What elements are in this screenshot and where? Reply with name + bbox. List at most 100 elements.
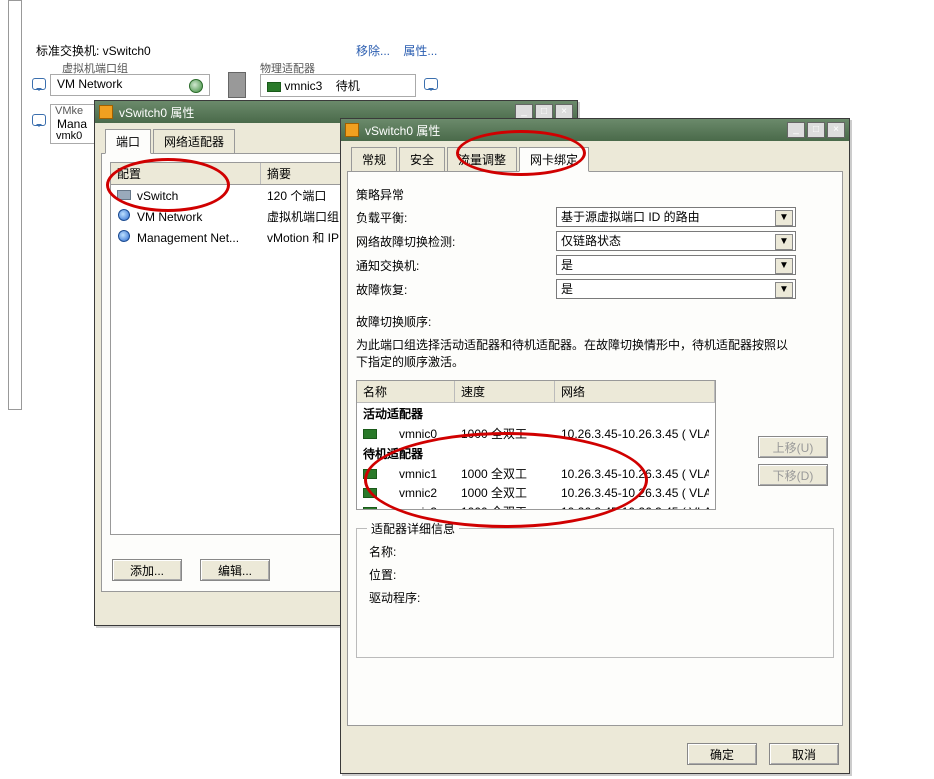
globe-icon — [118, 209, 130, 221]
failover-select[interactable]: 仅链路状态 — [556, 231, 796, 251]
switch-action-links: 移除... 属性... — [356, 42, 437, 59]
speech-icon[interactable] — [32, 78, 46, 90]
lb-label: 负载平衡: — [356, 209, 556, 226]
notify-select[interactable]: 是 — [556, 255, 796, 275]
move-down-button[interactable]: 下移(D) — [758, 464, 828, 486]
left-panel-fragment — [8, 0, 22, 410]
col-speed[interactable]: 速度 — [455, 381, 555, 402]
tab-security[interactable]: 安全 — [399, 147, 445, 171]
properties-link[interactable]: 属性... — [403, 44, 437, 58]
titlebar[interactable]: vSwitch0 属性 _ □ × — [341, 119, 849, 141]
dialog-title: vSwitch0 属性 — [119, 104, 194, 121]
tab-content-teaming: 策略异常 负载平衡: 基于源虚拟端口 ID 的路由 网络故障切换检测: 仅链路状… — [347, 172, 843, 726]
maximize-button[interactable]: □ — [807, 122, 825, 138]
notify-label: 通知交换机: — [356, 257, 556, 274]
detail-location-label: 位置: — [369, 566, 821, 583]
app-icon — [345, 123, 359, 137]
nic-list: 名称 速度 网络 活动适配器 vmnic0 1000 全双工 10.26.3.4… — [356, 380, 716, 510]
tab-teaming[interactable]: 网卡绑定 — [519, 147, 589, 172]
nic-speed: 1000 全双工 — [461, 484, 561, 501]
nic-speed: 1000 全双工 — [461, 425, 561, 442]
nic-icon — [363, 429, 377, 439]
failover-value: 仅链路状态 — [561, 234, 621, 248]
detail-driver-label: 驱动程序: — [369, 589, 821, 606]
vm-network-label: VM Network — [57, 77, 122, 91]
tab-shaping[interactable]: 流量调整 — [447, 147, 517, 171]
policy-header: 策略异常 — [356, 186, 834, 203]
nic-name: vmnic1 — [381, 467, 461, 481]
close-button[interactable]: × — [827, 122, 845, 138]
mgmt-label: Mana — [57, 117, 87, 131]
nic-network: 10.26.3.45-10.26.3.45 ( VLAN 3 ),... — [561, 505, 709, 511]
nic-network: 10.26.3.45-10.26.3.45 ( VLAN 3 ),... — [561, 467, 709, 481]
nic-speed: 1000 全双工 — [461, 465, 561, 482]
tab-general[interactable]: 常规 — [351, 147, 397, 171]
rollback-label: 故障恢复: — [356, 281, 556, 298]
group-standby: 待机适配器 — [357, 443, 715, 464]
order-header: 故障切换顺序: — [356, 313, 834, 330]
rollback-value: 是 — [561, 282, 573, 296]
nic-name: vmnic2 — [381, 486, 461, 500]
row-name: Management Net... — [133, 231, 263, 245]
nic-name: vmnic3 — [381, 505, 461, 511]
phys-nic-box: vmnic3 待机 — [260, 74, 416, 97]
nic-icon — [363, 507, 377, 510]
vmnic3-label: vmnic3 — [284, 79, 322, 93]
col-network[interactable]: 网络 — [555, 381, 715, 402]
row-name: VM Network — [133, 210, 263, 224]
minimize-button[interactable]: _ — [787, 122, 805, 138]
nic-list-header: 名称 速度 网络 — [357, 381, 715, 403]
switch-icon — [117, 190, 131, 200]
failover-label: 网络故障切换检测: — [356, 233, 556, 250]
speech-icon[interactable] — [424, 78, 438, 90]
col-name[interactable]: 名称 — [357, 381, 455, 402]
cancel-button[interactable]: 取消 — [769, 743, 839, 765]
adapter-detail-box: 适配器详细信息 名称: 位置: 驱动程序: — [356, 528, 834, 658]
tabrow: 常规 安全 流量调整 网卡绑定 — [347, 147, 843, 172]
nic-name: vmnic0 — [381, 427, 461, 441]
remove-link[interactable]: 移除... — [356, 44, 390, 58]
app-icon — [99, 105, 113, 119]
row-summary: 120 个端口 — [263, 187, 326, 204]
edit-button[interactable]: 编辑... — [200, 559, 270, 581]
row-summary: vMotion 和 IP ... — [263, 229, 352, 246]
globe-icon — [189, 79, 203, 93]
nic-row[interactable]: vmnic0 1000 全双工 10.26.3.45-10.26.3.45 ( … — [357, 424, 715, 443]
globe-icon — [118, 230, 130, 242]
group-active: 活动适配器 — [357, 403, 715, 424]
detail-name-label: 名称: — [369, 543, 821, 560]
lb-select[interactable]: 基于源虚拟端口 ID 的路由 — [556, 207, 796, 227]
detail-legend: 适配器详细信息 — [367, 520, 459, 537]
nic-row[interactable]: vmnic2 1000 全双工 10.26.3.45-10.26.3.45 ( … — [357, 483, 715, 502]
vswitch-properties-dialog-front: vSwitch0 属性 _ □ × 常规 安全 流量调整 网卡绑定 策略异常 负… — [340, 118, 850, 774]
nic-icon — [267, 82, 281, 92]
nic-network: 10.26.3.45-10.26.3.45 ( VLAN 3 ),... — [561, 486, 709, 500]
add-button[interactable]: 添加... — [112, 559, 182, 581]
row-summary: 虚拟机端口组 — [263, 208, 339, 225]
tab-adapters[interactable]: 网络适配器 — [153, 129, 235, 153]
row-name: vSwitch — [133, 189, 263, 203]
nic-speed: 1000 全双工 — [461, 503, 561, 510]
dialog1-buttons: 添加... 编辑... — [112, 559, 270, 581]
speech-icon[interactable] — [32, 114, 46, 126]
rollback-select[interactable]: 是 — [556, 279, 796, 299]
vmnic3-state: 待机 — [336, 79, 360, 93]
ok-button[interactable]: 确定 — [687, 743, 757, 765]
move-buttons: 上移(U) 下移(D) — [758, 436, 828, 486]
move-up-button[interactable]: 上移(U) — [758, 436, 828, 458]
dialog2-footer-buttons: 确定 取消 — [687, 743, 839, 765]
col-config[interactable]: 配置 — [111, 163, 261, 184]
dialog-title: vSwitch0 属性 — [365, 122, 440, 139]
nic-icon — [363, 488, 377, 498]
standard-switch-label: 标准交换机: vSwitch0 — [36, 42, 151, 59]
tab-ports[interactable]: 端口 — [105, 129, 151, 154]
nic-network: 10.26.3.45-10.26.3.45 ( VLAN 3 ),... — [561, 427, 709, 441]
order-desc: 为此端口组选择活动适配器和待机适配器。在故障切换情形中，待机适配器按照以下指定的… — [356, 336, 796, 370]
nic-row[interactable]: vmnic3 1000 全双工 10.26.3.45-10.26.3.45 ( … — [357, 502, 715, 510]
hub-icon — [228, 72, 246, 98]
nic-row[interactable]: vmnic1 1000 全双工 10.26.3.45-10.26.3.45 ( … — [357, 464, 715, 483]
notify-value: 是 — [561, 258, 573, 272]
lb-value: 基于源虚拟端口 ID 的路由 — [561, 210, 700, 224]
nic-icon — [363, 469, 377, 479]
vmk0-label: vmk0 — [56, 130, 82, 142]
